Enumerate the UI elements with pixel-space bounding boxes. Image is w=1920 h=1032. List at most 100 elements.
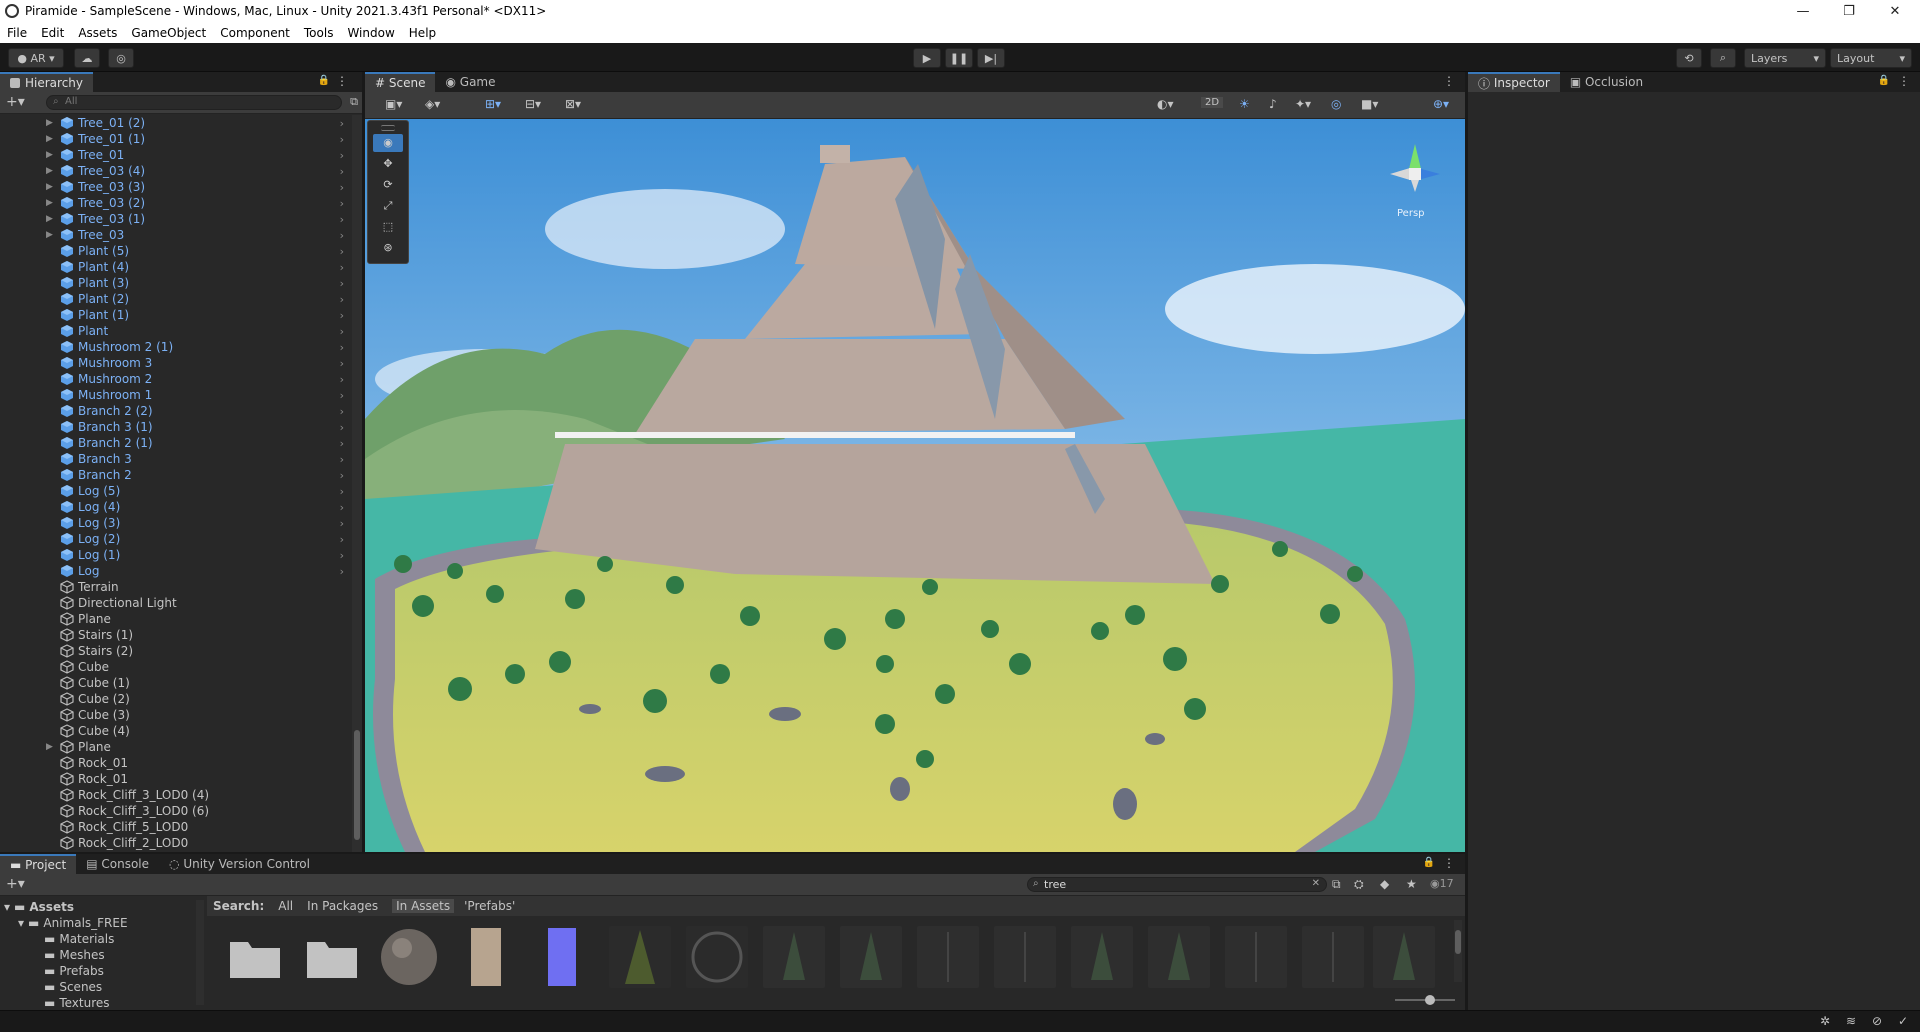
open-prefab-icon[interactable]: › <box>340 181 344 194</box>
draw-mode-icon[interactable]: ◈▾ <box>425 97 440 111</box>
open-prefab-icon[interactable]: › <box>340 389 344 402</box>
grid-snap-icon[interactable]: ⊟▾ <box>525 97 541 111</box>
hierarchy-row[interactable]: Plant (3) › <box>0 275 352 291</box>
debug-icon[interactable]: ✲ <box>1820 1014 1830 1028</box>
open-prefab-icon[interactable]: › <box>340 517 344 530</box>
asset-sphere-material[interactable] <box>378 926 440 988</box>
check-icon[interactable]: ✓ <box>1898 1014 1908 1028</box>
hierarchy-row[interactable]: Mushroom 2 (1) › <box>0 339 352 355</box>
asset-tree-prefab-3[interactable] <box>763 926 825 988</box>
tab-hierarchy[interactable]: Hierarchy <box>0 72 94 92</box>
hierarchy-row[interactable]: Cube (3) <box>0 707 352 723</box>
scope-prefabs[interactable]: 'Prefabs' <box>464 899 515 913</box>
tree-scrollbar[interactable] <box>196 900 204 1005</box>
asset-tree-prefab-5[interactable] <box>917 926 979 988</box>
expand-arrow-icon[interactable]: ▶ <box>46 214 56 224</box>
account-dropdown[interactable]: ● AR ▾ <box>8 48 64 68</box>
hierarchy-row[interactable]: Mushroom 3 › <box>0 355 352 371</box>
open-prefab-icon[interactable]: › <box>340 357 344 370</box>
hierarchy-row[interactable]: Cube (2) <box>0 691 352 707</box>
hierarchy-row[interactable]: Log › <box>0 563 352 579</box>
hierarchy-row[interactable]: Branch 2 (1) › <box>0 435 352 451</box>
asset-tree-prefab-8[interactable] <box>1148 926 1210 988</box>
open-prefab-icon[interactable]: › <box>340 501 344 514</box>
lighting-icon[interactable]: ☀ <box>1239 97 1250 111</box>
hierarchy-row[interactable]: Log (2) › <box>0 531 352 547</box>
menu-edit[interactable]: Edit <box>34 26 71 40</box>
tab-version-control[interactable]: ◌ Unity Version Control <box>159 854 320 874</box>
hierarchy-row[interactable]: Stairs (1) <box>0 627 352 643</box>
open-prefab-icon[interactable]: › <box>340 453 344 466</box>
view-tool-icon[interactable]: ◉ <box>373 134 403 152</box>
history-icon[interactable]: ⟲ <box>1676 48 1702 68</box>
hierarchy-row[interactable]: ▶ Tree_03 (2) › <box>0 195 352 211</box>
open-prefab-icon[interactable]: › <box>340 341 344 354</box>
scene-visibility-icon[interactable]: ⧉ <box>350 95 358 109</box>
tab-occlusion[interactable]: ▣ Occlusion <box>1560 72 1653 92</box>
asset-blue-texture[interactable] <box>532 926 594 988</box>
search-icon[interactable]: ⌕ <box>1710 48 1736 68</box>
menu-file[interactable]: File <box>0 26 34 40</box>
open-prefab-icon[interactable]: › <box>340 421 344 434</box>
open-prefab-icon[interactable]: › <box>340 229 344 242</box>
open-prefab-icon[interactable]: › <box>340 245 344 258</box>
favorite-icon[interactable]: ★ <box>1406 877 1417 891</box>
toggle-2d-button[interactable]: 2D <box>1201 97 1224 108</box>
hierarchy-row[interactable]: Log (3) › <box>0 515 352 531</box>
camera-icon[interactable]: ■▾ <box>1361 97 1378 111</box>
asset-tree-prefab-10[interactable] <box>1302 926 1364 988</box>
open-prefab-icon[interactable]: › <box>340 565 344 578</box>
tree-item-materials[interactable]: ▬ Materials <box>44 932 114 946</box>
expand-arrow-icon[interactable]: ▶ <box>46 166 56 176</box>
open-prefab-icon[interactable]: › <box>340 133 344 146</box>
expand-arrow-icon[interactable]: ▶ <box>46 230 56 240</box>
open-prefab-icon[interactable]: › <box>340 213 344 226</box>
hierarchy-row[interactable]: Branch 2 (2) › <box>0 403 352 419</box>
filter-type-icon[interactable]: ⛭ <box>1354 877 1364 892</box>
cloud-icon[interactable]: ☁ <box>74 48 100 68</box>
expand-arrow-icon[interactable]: ▶ <box>46 150 56 160</box>
tree-item-textures[interactable]: ▬ Textures <box>44 996 110 1010</box>
hierarchy-scrollbar[interactable] <box>352 115 362 852</box>
hierarchy-row[interactable]: Branch 2 › <box>0 467 352 483</box>
tab-scene[interactable]: # Scene <box>365 72 436 92</box>
menu-component[interactable]: Component <box>213 26 297 40</box>
tree-item-assets[interactable]: ▾ ▬ Assets <box>4 900 74 914</box>
hierarchy-row[interactable]: ▶ Tree_01 (2) › <box>0 115 352 131</box>
gizmos-icon[interactable]: ⊕▾ <box>1433 97 1449 111</box>
open-prefab-icon[interactable]: › <box>340 197 344 210</box>
tree-item-prefabs[interactable]: ▬ Prefabs <box>44 964 104 978</box>
scope-in-packages[interactable]: In Packages <box>307 899 378 913</box>
tab-project[interactable]: ▬ Project <box>0 854 77 874</box>
hierarchy-row[interactable]: Cube (4) <box>0 723 352 739</box>
tree-item-meshes[interactable]: ▬ Meshes <box>44 948 105 962</box>
move-tool-icon[interactable]: ✥ <box>373 155 403 173</box>
lock-icon[interactable]: 🔒 <box>1423 857 1435 868</box>
menu-window[interactable]: Window <box>340 26 401 40</box>
snap-icon[interactable]: ⊞▾ <box>485 97 501 111</box>
hidden-objects-icon[interactable]: ◎ <box>1331 97 1341 111</box>
hierarchy-row[interactable]: ▶ Tree_01 (1) › <box>0 131 352 147</box>
hierarchy-row[interactable]: ▶ Tree_03 (3) › <box>0 179 352 195</box>
open-prefab-icon[interactable]: › <box>340 165 344 178</box>
asset-tree-prefab-11[interactable] <box>1373 926 1435 988</box>
scope-in-assets[interactable]: In Assets <box>392 899 455 913</box>
hierarchy-row[interactable]: ▶ Tree_03 › <box>0 227 352 243</box>
hierarchy-row[interactable]: Directional Light <box>0 595 352 611</box>
layers-dropdown[interactable]: Layers ▾ <box>1744 48 1826 68</box>
more-icon[interactable]: ⋮ <box>1443 856 1455 870</box>
hierarchy-row[interactable]: Mushroom 1 › <box>0 387 352 403</box>
open-prefab-icon[interactable]: › <box>340 325 344 338</box>
slider-handle[interactable] <box>1425 995 1435 1005</box>
rotate-tool-icon[interactable]: ⟳ <box>373 176 403 194</box>
hierarchy-row[interactable]: Rock_Cliff_3_LOD0 (4) <box>0 787 352 803</box>
asset-folder-1[interactable] <box>224 926 286 988</box>
asset-folder-2[interactable] <box>301 926 363 988</box>
filter-label-icon[interactable]: ◆ <box>1380 877 1389 891</box>
orientation-gizmo[interactable]: Persp <box>1380 134 1450 219</box>
rect-tool-icon[interactable]: ⬚ <box>373 218 403 236</box>
hierarchy-row[interactable]: ▶ Tree_03 (4) › <box>0 163 352 179</box>
tree-item-animals-free[interactable]: ▾ ▬ Animals_FREE <box>18 916 128 930</box>
collab-icon[interactable]: ◎ <box>108 48 134 68</box>
hierarchy-row[interactable]: Plant (5) › <box>0 243 352 259</box>
